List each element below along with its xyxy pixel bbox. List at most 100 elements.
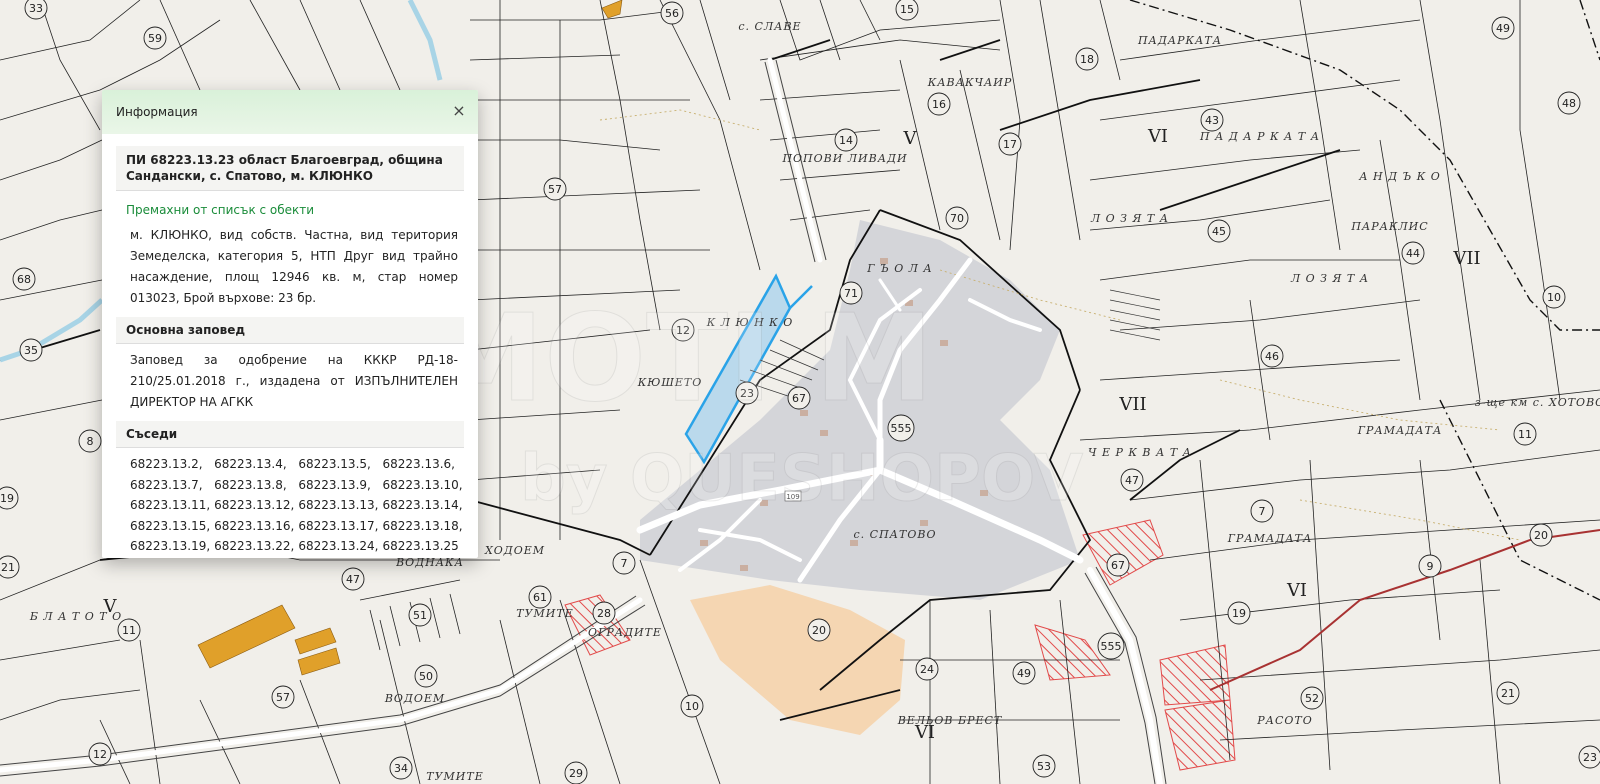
block-number-marker[interactable]: 49 xyxy=(1491,16,1515,40)
block-number-marker[interactable]: 17 xyxy=(998,132,1022,156)
block-number-marker[interactable]: 59 xyxy=(143,26,167,50)
block-number-marker[interactable]: 47 xyxy=(341,567,365,591)
svg-text:7: 7 xyxy=(621,557,628,570)
block-number-marker[interactable]: 11 xyxy=(1513,422,1537,446)
block-number-marker[interactable]: 70 xyxy=(945,206,969,230)
order-heading: Основна заповед xyxy=(116,317,464,344)
svg-text:11: 11 xyxy=(122,624,136,637)
neighbor-parcel[interactable]: 68223.13.8, xyxy=(214,475,294,496)
svg-text:16: 16 xyxy=(932,98,946,111)
neighbors-list: 68223.13.2, 68223.13.4, 68223.13.5, 68223.1… xyxy=(130,454,463,557)
svg-text:70: 70 xyxy=(950,212,964,225)
block-number-marker[interactable]: 23 xyxy=(1578,745,1600,769)
block-number-marker[interactable]: 50 xyxy=(414,664,438,688)
neighbor-parcel[interactable]: 68223.13.4, xyxy=(214,454,294,475)
place-name-label: з-ще км с. ХОТОВО xyxy=(1475,396,1600,409)
neighbor-parcel[interactable]: 68223.13.24, xyxy=(298,536,378,557)
svg-text:8: 8 xyxy=(87,435,94,448)
place-name-label: КАВАКЧАИР xyxy=(927,76,1013,89)
block-number-marker[interactable]: 33 xyxy=(24,0,48,20)
block-number-marker[interactable]: 52 xyxy=(1300,686,1324,710)
block-number-marker[interactable]: 11 xyxy=(117,618,141,642)
place-name-label: ПАРАКЛИС xyxy=(1350,220,1428,233)
popup-body: ПИ 68223.13.23 област Благоевград, общин… xyxy=(102,134,478,558)
block-number-marker[interactable]: 8 xyxy=(78,429,102,453)
neighbor-parcel[interactable]: 68223.13.18, xyxy=(382,516,462,537)
block-number-marker[interactable]: 20 xyxy=(1529,523,1553,547)
place-name-label: с. СЛАВЕ xyxy=(738,20,801,33)
neighbor-parcel[interactable]: 68223.13.17, xyxy=(298,516,378,537)
block-number-marker[interactable]: 15 xyxy=(895,0,919,21)
block-number-marker[interactable]: 53 xyxy=(1032,754,1056,778)
neighbor-parcel[interactable]: 68223.13.14, xyxy=(382,495,462,516)
neighbor-parcel[interactable]: 68223.13.6, xyxy=(382,454,462,475)
block-number-marker[interactable]: 12 xyxy=(88,742,112,766)
block-number-marker[interactable]: 44 xyxy=(1401,241,1425,265)
svg-text:28: 28 xyxy=(597,607,611,620)
neighbors-heading: Съседи xyxy=(116,421,464,448)
block-number-marker[interactable]: 14 xyxy=(834,128,858,152)
neighbor-parcel[interactable]: 68223.13.25 xyxy=(382,536,462,557)
block-number-marker[interactable]: 7 xyxy=(1250,499,1274,523)
neighbor-parcel[interactable]: 68223.13.16, xyxy=(214,516,294,537)
block-number-marker[interactable]: 57 xyxy=(271,685,295,709)
block-number-marker[interactable]: 43 xyxy=(1200,108,1224,132)
block-number-marker[interactable]: 48 xyxy=(1557,91,1581,115)
place-name-label: А Н Д Ъ К О xyxy=(1358,170,1441,183)
block-number-marker[interactable]: 9 xyxy=(1418,554,1442,578)
block-number-marker[interactable]: 7 xyxy=(612,551,636,575)
block-number-marker[interactable]: 56 xyxy=(660,1,684,25)
block-number-marker[interactable]: 35 xyxy=(19,338,43,362)
block-number-marker[interactable]: 24 xyxy=(915,657,939,681)
neighbor-parcel[interactable]: 68223.13.12, xyxy=(214,495,294,516)
neighbor-parcel[interactable]: 68223.13.15, xyxy=(130,516,210,537)
block-number-marker[interactable]: 20 xyxy=(807,618,831,642)
block-number-marker[interactable]: 18 xyxy=(1075,47,1099,71)
block-number-marker[interactable]: 555 xyxy=(1097,632,1125,660)
place-name-label: ОГРАДИТЕ xyxy=(588,626,662,639)
neighbor-parcel[interactable]: 68223.13.11, xyxy=(130,495,210,516)
remove-from-list-link[interactable]: Премахни от списък с обекти xyxy=(126,203,454,217)
place-name-label: ПОПОВИ ЛИВАДИ xyxy=(781,152,907,165)
block-number-marker[interactable]: 21 xyxy=(0,555,20,579)
place-name-label: ГРАМАДАТА xyxy=(1227,532,1313,545)
block-number-marker[interactable]: 16 xyxy=(927,92,951,116)
neighbor-parcel[interactable]: 68223.13.9, xyxy=(298,475,378,496)
block-number-marker[interactable]: 46 xyxy=(1260,344,1284,368)
block-number-marker[interactable]: 21 xyxy=(1496,681,1520,705)
place-name-label: Г Ъ О Л А xyxy=(866,262,933,275)
block-number-marker[interactable]: 19 xyxy=(1227,601,1251,625)
place-name-label: П А Д А Р К А Т А xyxy=(1199,130,1320,143)
neighbor-parcel[interactable]: 68223.13.5, xyxy=(298,454,378,475)
block-number-marker[interactable]: 29 xyxy=(564,761,588,784)
svg-text:15: 15 xyxy=(900,3,914,16)
block-number-marker[interactable]: 10 xyxy=(1542,285,1566,309)
svg-text:43: 43 xyxy=(1205,114,1219,127)
place-name-label: ГРАМАДАТА xyxy=(1357,424,1443,437)
svg-text:20: 20 xyxy=(1534,529,1548,542)
svg-text:21: 21 xyxy=(1,561,15,574)
block-number-marker[interactable]: 51 xyxy=(408,603,432,627)
neighbor-parcel[interactable]: 68223.13.22, xyxy=(214,536,294,557)
neighbor-parcel[interactable]: 68223.13.2, xyxy=(130,454,210,475)
block-number-marker[interactable]: 45 xyxy=(1207,219,1231,243)
block-number-marker[interactable]: 34 xyxy=(389,756,413,780)
block-number-marker[interactable]: 67 xyxy=(1106,553,1130,577)
close-icon[interactable]: × xyxy=(450,102,468,120)
block-number-marker[interactable]: 57 xyxy=(543,177,567,201)
block-number-marker[interactable]: 47 xyxy=(1120,468,1144,492)
block-number-marker[interactable]: 19 xyxy=(0,486,19,510)
block-number-marker[interactable]: 49 xyxy=(1012,661,1036,685)
block-number-marker[interactable]: 10 xyxy=(680,694,704,718)
neighbor-parcel[interactable]: 68223.13.13, xyxy=(298,495,378,516)
svg-text:10: 10 xyxy=(1547,291,1561,304)
roman-numeral-label: V xyxy=(103,596,118,617)
svg-text:46: 46 xyxy=(1265,350,1279,363)
neighbor-parcel[interactable]: 68223.13.19, xyxy=(130,536,210,557)
order-text: Заповед за одобрение на КККР РД-18-210/2… xyxy=(130,353,458,409)
block-number-marker[interactable]: 61 xyxy=(528,585,552,609)
block-number-marker[interactable]: 28 xyxy=(592,601,616,625)
block-number-marker[interactable]: 68 xyxy=(12,267,36,291)
neighbor-parcel[interactable]: 68223.13.10, xyxy=(382,475,462,496)
neighbor-parcel[interactable]: 68223.13.7, xyxy=(130,475,210,496)
